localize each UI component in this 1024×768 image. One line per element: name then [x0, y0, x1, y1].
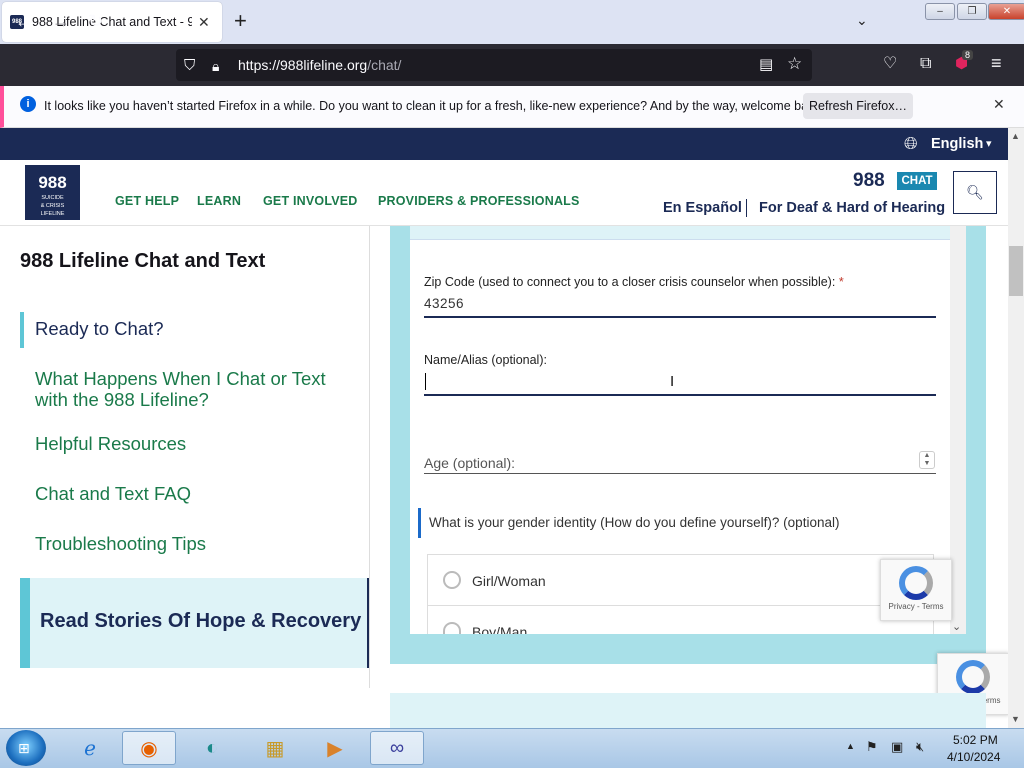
logo-line: LIFELINE	[40, 211, 65, 217]
chevron-down-icon[interactable]: ⌄	[952, 620, 961, 633]
gender-options	[427, 554, 934, 634]
extension-badge: 8	[962, 50, 974, 60]
clock-date[interactable]: 4/10/2024	[947, 750, 1000, 764]
reader-view-icon[interactable]: ▤	[759, 54, 773, 76]
stories-link[interactable]: Read Stories Of Hope & Recovery	[40, 610, 361, 633]
url-text[interactable]: https://988lifeline.org/chat/	[238, 57, 401, 73]
header-divider	[746, 199, 747, 217]
deaf-hard-of-hearing-link[interactable]: For Deaf & Hard of Hearing	[759, 200, 945, 216]
sidebar-item-what-happens[interactable]: What Happens When I Chat or Text with th…	[35, 368, 355, 410]
close-window-button[interactable]: ✕	[988, 3, 1024, 20]
network-icon[interactable]: ▣	[891, 739, 903, 755]
show-hidden-icons[interactable]: ▲	[846, 741, 855, 751]
extensions-icon[interactable]: ⧉	[920, 53, 931, 75]
text-caret	[425, 373, 426, 390]
nav-learn[interactable]: LEARN	[197, 194, 241, 208]
language-selector[interactable]: English	[931, 136, 983, 152]
media-player-icon[interactable]: ▶	[308, 731, 362, 765]
logo-line: SUICIDE	[41, 195, 64, 201]
nav-get-help[interactable]: GET HELP	[115, 194, 179, 208]
page-scrollbar[interactable]	[1008, 128, 1024, 728]
sidebar-title: 988 Lifeline Chat and Text	[20, 250, 266, 272]
internet-explorer-icon[interactable]: ℯ	[63, 731, 117, 765]
option-boy-man[interactable]: Boy/Man	[472, 624, 527, 634]
menu-hamburger-icon[interactable]: ≡	[991, 52, 1002, 74]
recaptcha-icon	[956, 660, 990, 694]
tab-close-icon[interactable]: ✕	[198, 14, 210, 31]
sidebar-item-helpful-resources[interactable]: Helpful Resources	[35, 433, 355, 454]
sidebar-item-troubleshooting[interactable]: Troubleshooting Tips	[35, 533, 355, 554]
name-underline	[424, 394, 936, 396]
radio-boy-man[interactable]	[443, 622, 461, 634]
scroll-down-icon[interactable]: ▼	[1011, 714, 1020, 724]
minimize-window-button[interactable]: –	[925, 3, 955, 20]
globe-icon: 🌐︎	[904, 134, 918, 153]
info-icon: i	[20, 96, 36, 112]
firefox-icon[interactable]: ◉	[122, 731, 176, 765]
top-utility-band	[0, 128, 1008, 160]
radio-girl-woman[interactable]	[443, 571, 461, 589]
chat-badge[interactable]: CHAT	[897, 172, 937, 190]
refresh-firefox-button[interactable]: Refresh Firefox…	[803, 93, 913, 119]
zip-label: Zip Code (used to connect you to a close…	[424, 275, 844, 289]
nav-providers-professionals[interactable]: PROVIDERS & PROFESSIONALS	[378, 194, 580, 208]
form-top-strip	[410, 226, 950, 240]
zip-underline	[424, 316, 936, 318]
sidebar-divider	[369, 226, 370, 688]
age-input[interactable]: Age (optional):	[424, 455, 515, 471]
search-icon: 🔍︎	[966, 184, 984, 200]
list-all-tabs-icon[interactable]: ⌄	[856, 12, 868, 29]
forward-arrow-icon[interactable]: →	[52, 10, 70, 32]
reload-icon[interactable]: ↻	[88, 10, 103, 32]
notification-message: It looks like you haven’t started Firefo…	[44, 99, 825, 113]
recaptcha-icon	[899, 566, 933, 600]
question-indicator	[418, 508, 421, 538]
windows-logo-icon: ⊞	[18, 740, 30, 756]
lower-section	[390, 693, 986, 728]
clock-time[interactable]: 5:02 PM	[953, 733, 998, 747]
brand-number[interactable]: 988	[853, 170, 885, 192]
name-label: Name/Alias (optional):	[424, 353, 547, 367]
back-arrow-icon[interactable]: ←	[15, 10, 33, 32]
search-button[interactable]: 🔍︎	[953, 171, 997, 214]
app-running-icon[interactable]: ∞	[370, 731, 424, 765]
sidebar-item-chat-text-faq[interactable]: Chat and Text FAQ	[35, 483, 355, 504]
site-logo[interactable]: 988 SUICIDE & CRISIS LIFELINE	[25, 165, 80, 220]
age-underline	[424, 473, 936, 474]
new-tab-icon[interactable]: +	[234, 10, 247, 32]
active-indicator	[20, 312, 24, 348]
flag-icon[interactable]: ⚑	[866, 739, 878, 755]
text-cursor-icon: I	[670, 373, 675, 390]
lock-icon[interactable]: 🔒︎	[212, 55, 219, 77]
option-girl-woman[interactable]: Girl/Woman	[472, 573, 546, 589]
scroll-up-icon[interactable]: ▲	[1011, 131, 1020, 141]
browser-tab[interactable]: 988 988 Lifeline Chat and Text - 988 ✕	[2, 2, 222, 42]
bookmark-star-icon[interactable]: ☆	[787, 53, 802, 75]
logo-line: & CRISIS	[40, 203, 65, 209]
app-icon[interactable]: ◐	[185, 731, 239, 765]
recaptcha-badge[interactable]: Privacy - Terms	[880, 559, 952, 621]
restore-window-button[interactable]: ❐	[957, 3, 987, 20]
file-explorer-icon[interactable]: ▦	[248, 731, 302, 765]
volume-muted-icon[interactable]: 🔇︎	[916, 739, 924, 755]
age-spinner[interactable]: ▲ ▼	[919, 451, 935, 469]
sidebar-item-ready-to-chat[interactable]: Ready to Chat?	[35, 318, 355, 339]
shield-icon[interactable]: ⛉	[184, 55, 195, 77]
option-divider	[427, 605, 934, 606]
zip-code-input[interactable]: 43256	[424, 296, 464, 311]
espanol-link[interactable]: En Español	[663, 200, 742, 216]
nav-get-involved[interactable]: GET INVOLVED	[263, 194, 358, 208]
close-notification-icon[interactable]: ✕	[993, 96, 1005, 113]
chevron-down-icon[interactable]: ▾	[986, 137, 992, 150]
form-scrollbar[interactable]	[950, 226, 966, 634]
recaptcha-text[interactable]: Privacy - Terms	[881, 602, 951, 611]
logo-number: 988	[38, 173, 67, 192]
start-button[interactable]: ⊞	[6, 730, 46, 766]
pocket-icon[interactable]: ♡	[883, 53, 897, 75]
name-alias-input[interactable]	[424, 368, 936, 394]
page-scrollbar-thumb[interactable]	[1009, 246, 1023, 296]
gender-question: What is your gender identity (How do you…	[429, 515, 840, 530]
